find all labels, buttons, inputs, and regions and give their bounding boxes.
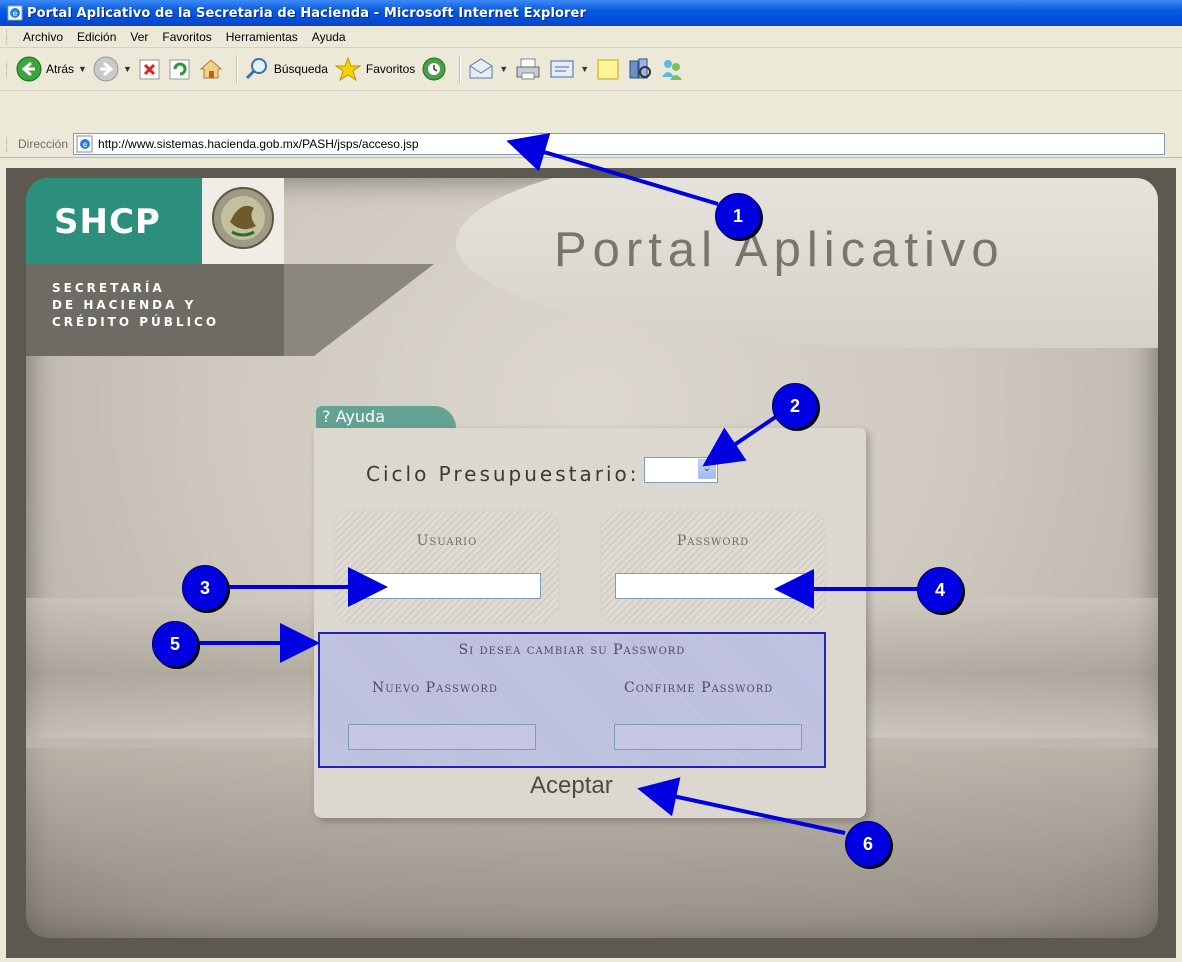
arrow-2 (702, 412, 782, 467)
annotation-badge-6: 6 (845, 821, 891, 867)
annotation-badge-3: 3 (182, 565, 228, 611)
annotation-badge-5: 5 (152, 621, 198, 667)
annotation-badge-1: 1 (715, 193, 761, 239)
annotation-arrows (198, 133, 918, 835)
annotation-badge-4: 4 (917, 567, 963, 613)
arrow-6 (637, 777, 846, 835)
arrow-1 (506, 133, 719, 206)
annotation-badge-2: 2 (772, 383, 818, 429)
